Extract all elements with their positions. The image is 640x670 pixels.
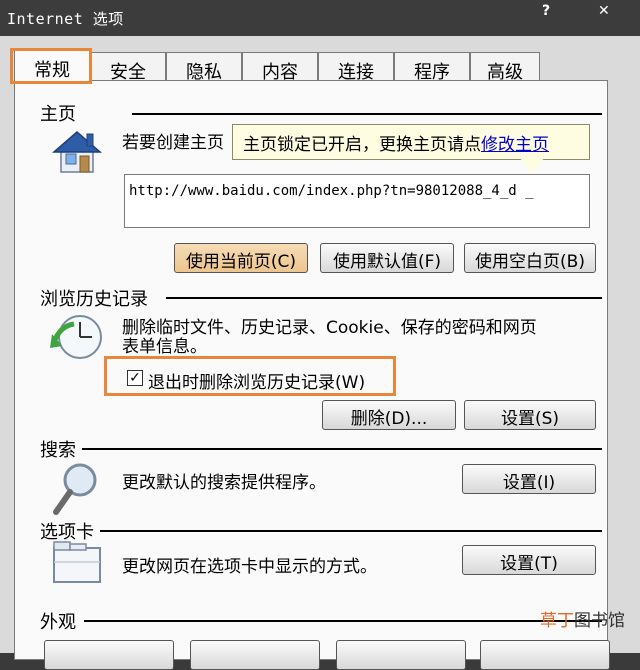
divider	[132, 113, 602, 115]
search-description: 更改默认的搜索提供程序。	[122, 473, 326, 493]
tab-content[interactable]: 内容	[242, 52, 318, 83]
fonts-button[interactable]	[336, 640, 466, 670]
divider	[166, 297, 602, 299]
tabs-settings-button[interactable]: 设置(T)	[462, 545, 596, 575]
checkbox-highlight	[104, 356, 396, 396]
tabbed-window-icon	[52, 540, 102, 588]
tab-connections[interactable]: 连接	[318, 52, 394, 83]
tab-security[interactable]: 安全	[90, 52, 166, 83]
homepage-url-field[interactable]: http://www.baidu.com/index.php?tn=980120…	[124, 174, 590, 228]
search-settings-button[interactable]: 设置(I)	[462, 464, 596, 494]
tab-highlight	[10, 48, 92, 84]
divider	[100, 530, 602, 532]
use-default-button[interactable]: 使用默认值(F)	[320, 243, 454, 273]
divider	[82, 448, 602, 450]
history-clock-icon	[50, 312, 106, 366]
watermark-gray-text: 图书馆	[574, 611, 625, 631]
watermark: 草丁图书馆	[540, 606, 625, 631]
search-section-label: 搜索	[40, 440, 76, 461]
colors-button[interactable]	[44, 640, 174, 670]
watermark-red-text: 草丁	[540, 611, 574, 631]
appearance-section-label: 外观	[40, 612, 76, 633]
change-homepage-link[interactable]: 修改主页	[481, 135, 549, 155]
magnifier-icon	[52, 460, 102, 520]
delete-history-button[interactable]: 删除(D)...	[322, 400, 456, 430]
use-current-button[interactable]: 使用当前页(C)	[174, 243, 308, 273]
history-settings-button[interactable]: 设置(S)	[464, 400, 596, 430]
tab-programs[interactable]: 程序	[394, 52, 470, 83]
home-section-label: 主页	[40, 104, 76, 125]
house-icon	[51, 128, 103, 178]
help-button[interactable]: ?	[542, 3, 550, 19]
tabs-description: 更改网页在选项卡中显示的方式。	[122, 557, 377, 577]
tooltip-text: 主页锁定已开启，更换主页请点	[243, 135, 481, 155]
use-blank-button[interactable]: 使用空白页(B)	[464, 243, 596, 273]
tab-privacy[interactable]: 隐私	[166, 52, 242, 83]
tab-advanced[interactable]: 高级	[470, 52, 540, 83]
title-bar: Internet 选项 ? ✕	[0, 0, 640, 36]
history-description-line2: 表单信息。	[122, 337, 207, 357]
close-button[interactable]: ✕	[598, 3, 610, 19]
tooltip-tail	[520, 158, 544, 174]
divider	[84, 620, 602, 622]
window-title: Internet 选项	[7, 10, 124, 28]
accessibility-button[interactable]	[480, 640, 610, 670]
home-description: 若要创建主页	[122, 133, 224, 153]
history-section-label: 浏览历史记录	[40, 289, 148, 310]
homepage-lock-tooltip: 主页锁定已开启，更换主页请点修改主页	[232, 124, 590, 160]
languages-button[interactable]	[190, 640, 320, 670]
